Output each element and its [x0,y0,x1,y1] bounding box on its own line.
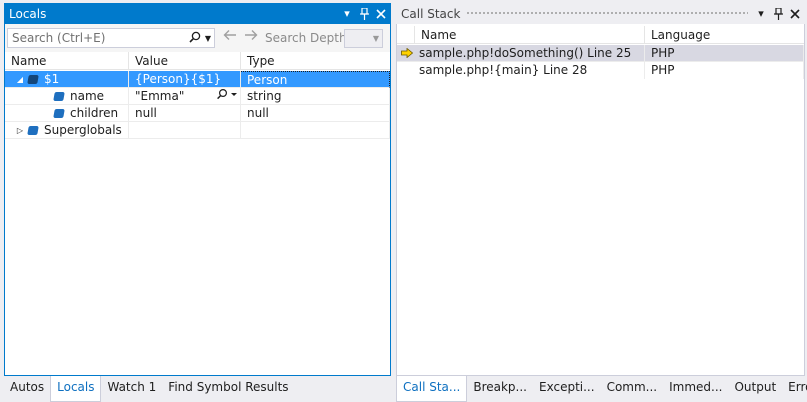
tab-call-stack[interactable]: Call Sta... [396,376,468,402]
call-stack-title: Call Stack [401,6,461,21]
pin-icon[interactable] [771,6,785,22]
locals-titlebar[interactable]: Locals ▾ [4,3,391,24]
locals-grid-header: Name Value Type [5,52,390,70]
visualizer-search-icon[interactable] [216,88,238,104]
variable-value: "Emma" [135,89,185,103]
object-icon [27,75,39,84]
name-cell: children [5,105,129,122]
type-cell: null [241,105,390,122]
search-icon[interactable] [188,31,202,46]
name-cell: ▷ Superglobals [5,122,129,139]
tab-watch-1[interactable]: Watch 1 [101,376,162,402]
call-stack-tab-strip: Call Sta... Breakp... Excepti... Comm...… [396,376,807,402]
value-cell[interactable] [129,122,241,139]
object-icon [27,126,39,135]
tab-error-list[interactable]: Error List [782,376,807,402]
tab-output[interactable]: Output [728,376,782,402]
value-cell[interactable]: null [129,105,241,122]
frame-name-cell: sample.php!doSomething() Line 25 [415,45,645,62]
tab-locals[interactable]: Locals [50,376,102,402]
search-depth-label: Search Depth: [265,31,351,45]
variable-name: $1 [44,72,60,86]
tab-command-window[interactable]: Comm... [601,376,664,402]
locals-content: ▼ Search Depth: ▼ Name Value Type ◢ $1 {P… [4,24,391,376]
search-depth-select[interactable]: ▼ [344,29,383,48]
call-stack-pane: Call Stack ▾ Name Language sample.php!do… [396,3,807,402]
tab-find-symbol-results[interactable]: Find Symbol Results [162,376,294,402]
name-cell: name [5,88,129,105]
column-header-name[interactable]: Name [5,52,129,70]
expand-triangle-icon[interactable]: ▷ [15,122,25,138]
tab-breakpoints[interactable]: Breakp... [467,376,533,402]
type-cell [241,122,390,139]
current-frame-arrow-icon [401,48,413,58]
call-stack-content: Name Language sample.php!doSomething() L… [396,24,805,376]
close-icon[interactable] [374,6,388,22]
variable-name: children [70,106,119,120]
table-row[interactable]: sample.php!{main} Line 28 PHP [397,62,804,79]
frame-name-cell: sample.php!{main} Line 28 [415,62,645,79]
arrow-left-icon[interactable] [223,29,237,45]
locals-tab-strip: Autos Locals Watch 1 Find Symbol Results [4,376,391,402]
locals-title: Locals [9,6,47,21]
type-cell: Person [241,71,390,88]
variable-name: name [70,89,105,103]
table-row[interactable]: ▷ Superglobals [5,122,390,139]
table-row[interactable]: ◢ $1 {Person}{$1} Person [5,71,390,88]
collapse-triangle-icon[interactable]: ◢ [15,71,25,87]
titlebar-grip [466,11,748,16]
value-cell[interactable]: {Person}{$1} [129,71,241,88]
frame-language-cell: PHP [645,62,804,79]
pin-icon[interactable] [357,6,371,22]
table-row[interactable]: children null null [5,105,390,122]
call-stack-titlebar[interactable]: Call Stack ▾ [396,3,805,24]
column-header-language[interactable]: Language [645,26,804,44]
name-cell: ◢ $1 [5,71,129,88]
frame-language-cell: PHP [645,45,804,62]
column-header-name[interactable]: Name [415,26,645,44]
tab-autos[interactable]: Autos [4,376,50,402]
column-header-type[interactable]: Type [241,52,390,70]
table-row[interactable]: sample.php!doSomething() Line 25 PHP [397,45,804,62]
marker-cell [397,45,415,62]
value-cell[interactable]: "Emma" [129,88,241,105]
table-row[interactable]: name "Emma" string [5,88,390,105]
search-input[interactable] [8,31,188,45]
close-icon[interactable] [788,6,802,22]
titlebar-grip [52,11,334,16]
locals-search-bar: ▼ Search Depth: ▼ [5,24,390,52]
locals-pane: Locals ▾ ▼ Search Depth: ▼ [4,3,391,402]
column-header-marker [397,26,415,44]
type-cell: string [241,88,390,105]
column-header-value[interactable]: Value [129,52,241,70]
tab-exception-settings[interactable]: Excepti... [533,376,601,402]
marker-cell [397,62,415,79]
object-icon [53,109,65,118]
window-position-dropdown-icon[interactable]: ▾ [340,6,354,22]
call-stack-grid-header: Name Language [397,26,804,44]
window-position-dropdown-icon[interactable]: ▾ [754,6,768,22]
search-box: ▼ [7,28,215,48]
arrow-right-icon[interactable] [244,29,258,45]
object-icon [53,92,65,101]
variable-name: Superglobals [44,123,122,137]
tab-immediate-window[interactable]: Immed... [663,376,728,402]
search-options-chevron-down-icon[interactable]: ▼ [202,34,214,43]
